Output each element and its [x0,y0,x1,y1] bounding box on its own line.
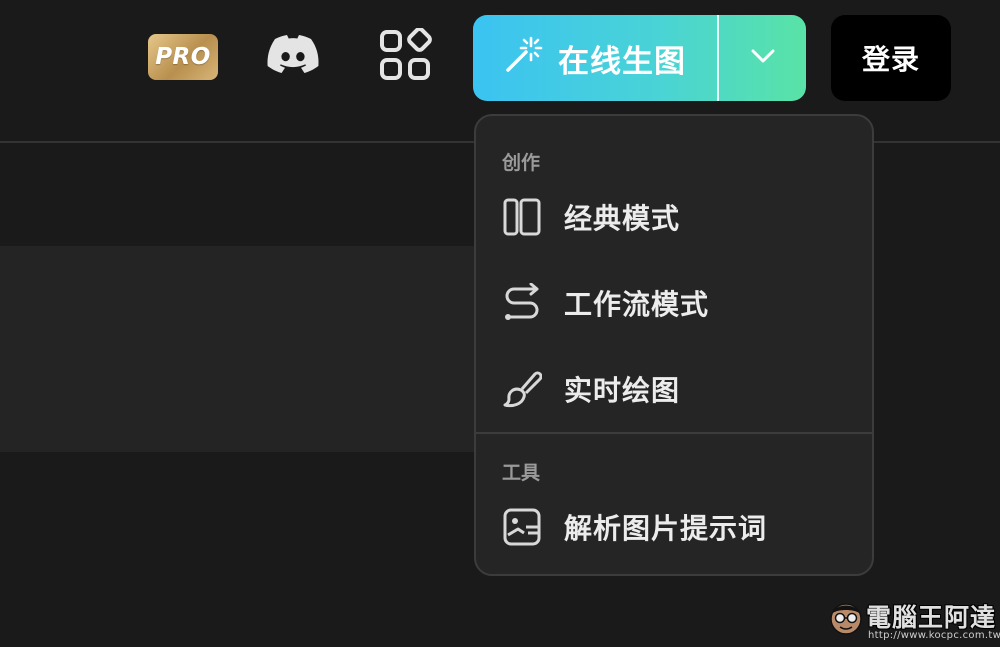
section-title-create: 创作 [502,152,541,174]
workflow-route-icon [502,283,542,323]
watermark-title: 電腦王阿達 [866,603,997,632]
create-online-label: 在线生图 [558,43,686,80]
image-prompt-icon [502,507,542,547]
menu-item-label: 工作流模式 [564,288,710,321]
menu-item-label: 实时绘图 [564,374,681,407]
login-button[interactable]: 登录 [831,15,951,101]
section-title-tools: 工具 [502,462,541,484]
mascot-face-icon [830,603,862,635]
content-panel [0,246,474,452]
apps-grid-icon [378,27,432,86]
menu-item-workflow-mode[interactable]: 工作流模式 [502,278,842,328]
magic-wand-icon [504,34,544,82]
watermark-url: http://www.kocpc.com.tw [868,630,1000,641]
menu-item-realtime-drawing[interactable]: 实时绘图 [502,364,842,414]
menu-item-label: 经典模式 [564,202,681,235]
menu-item-label: 解析图片提示词 [564,512,768,545]
create-online-button[interactable]: 在线生图 [473,15,717,101]
chevron-down-icon [750,48,776,68]
create-dropdown-toggle[interactable] [719,15,806,101]
pro-badge[interactable]: PRO [148,34,218,80]
discord-icon [266,34,320,80]
columns-layout-icon [502,197,542,237]
menu-item-classic-mode[interactable]: 经典模式 [502,192,842,242]
watermark: 電腦王阿達 http://www.kocpc.com.tw [828,598,1000,644]
discord-button[interactable] [266,34,320,80]
create-online-split-button: 在线生图 [473,15,806,101]
dropdown-divider [476,432,872,434]
menu-item-image-prompt[interactable]: 解析图片提示词 [502,502,842,552]
apps-button[interactable] [376,27,434,86]
create-mode-dropdown: 创作 经典模式 工作流模式 实时绘图 工具 解析图片提示词 [474,114,874,576]
paint-brush-icon [502,369,542,409]
